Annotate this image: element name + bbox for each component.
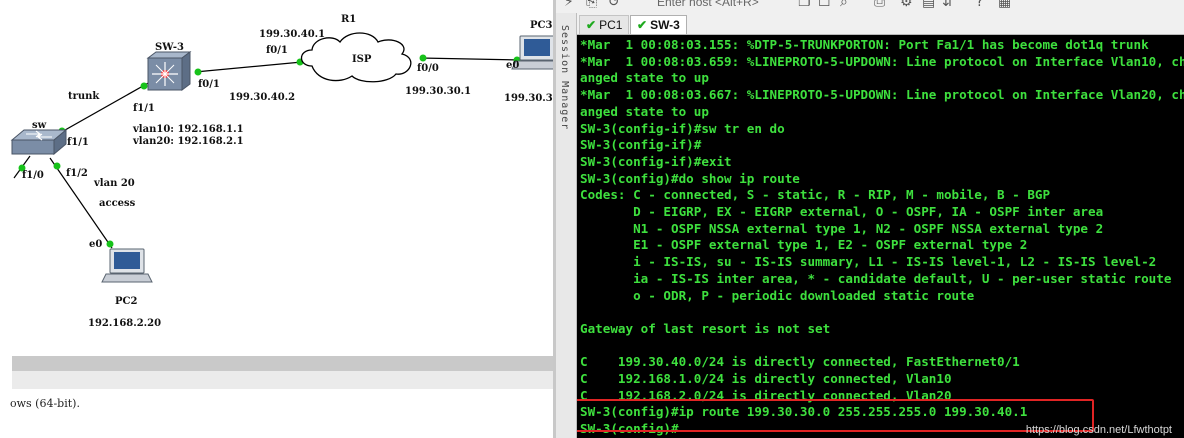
vlan10-label: vlan10: 192.168.1.1 bbox=[133, 124, 244, 135]
keymap-icon[interactable]: ▦ bbox=[998, 0, 1011, 10]
highlight-box bbox=[577, 399, 1094, 432]
sw-label: sw bbox=[32, 120, 47, 131]
pc2-port-label: e0 bbox=[89, 239, 103, 250]
sw-f10-port-label: f1/0 bbox=[22, 170, 44, 181]
r1-port-label: f0/1 bbox=[266, 45, 288, 56]
l2-switch-icon[interactable] bbox=[10, 128, 68, 156]
pc3-port-label: e0 bbox=[506, 60, 520, 71]
connected-check-icon: ✔ bbox=[586, 18, 597, 32]
connect-icon[interactable]: ⎘ bbox=[586, 0, 597, 10]
help-icon[interactable]: ? bbox=[976, 0, 983, 10]
trunk-label: trunk bbox=[68, 91, 100, 102]
quick-connect-icon[interactable]: ⚡ bbox=[564, 0, 574, 10]
sw-f12-port-label: f1/2 bbox=[66, 168, 88, 179]
r1-label: R1 bbox=[341, 14, 357, 25]
sw3-sw-port-label: f1/1 bbox=[133, 103, 155, 114]
session-manager-label: Session Manager bbox=[559, 25, 570, 131]
l3-switch-icon[interactable] bbox=[146, 51, 192, 91]
enter-host-input[interactable]: Enter host <Alt+R> bbox=[657, 0, 759, 9]
toolbar: ⚡ ⎘ ↺ Enter host <Alt+R> ❐ ☐ ⌕ ⎙ ⚙ ▤ ⇵ ?… bbox=[556, 0, 1184, 13]
tab-label: PC1 bbox=[599, 18, 623, 32]
pc2-computer-icon[interactable] bbox=[101, 248, 153, 283]
r1-isp-port-label: f0/0 bbox=[417, 63, 439, 74]
sw3-label: SW-3 bbox=[155, 42, 185, 53]
find-icon[interactable]: ⌕ bbox=[840, 0, 848, 10]
link-sw3-r1 bbox=[194, 61, 303, 73]
r1-ip-label: 199.30.40.1 bbox=[259, 29, 326, 40]
link-isp-pc3 bbox=[419, 57, 521, 61]
port-dot bbox=[53, 162, 61, 170]
copy-icon[interactable]: ❐ bbox=[798, 0, 811, 10]
terminal-output[interactable]: *Mar 1 00:08:03.155: %DTP-5-TRUNKPORTON:… bbox=[577, 35, 1184, 438]
sw3-ip-label: 199.30.40.2 bbox=[229, 92, 296, 103]
port-dot bbox=[106, 240, 114, 248]
pc3-label: PC3 bbox=[530, 20, 553, 31]
port-dot bbox=[194, 68, 202, 76]
terminal-line: Gateway of last resort is not set bbox=[580, 320, 831, 336]
terminal-line: *Mar 1 00:08:03.659: %LINEPROTO-5-UPDOWN… bbox=[580, 53, 1184, 69]
terminal-app: ⚡ ⎘ ↺ Enter host <Alt+R> ❐ ☐ ⌕ ⎙ ⚙ ▤ ⇵ ?… bbox=[556, 0, 1184, 438]
paste-icon[interactable]: ☐ bbox=[818, 0, 831, 10]
terminal-line: C 199.30.40.0/24 is directly connected, … bbox=[580, 354, 1020, 370]
terminal-line: Codes: C - connected, S - static, R - RI… bbox=[580, 187, 1051, 203]
sftp-icon[interactable]: ⇵ bbox=[942, 0, 954, 10]
terminal-line: SW-3(config)#do show ip route bbox=[580, 170, 800, 186]
terminal-line: N1 - OSPF NSSA external type 1, N2 - OSP… bbox=[580, 220, 1104, 236]
tab-label: SW-3 bbox=[650, 18, 680, 32]
print-icon[interactable]: ⎙ bbox=[874, 0, 885, 10]
isp-label: ISP bbox=[352, 54, 372, 65]
pc2-label: PC2 bbox=[115, 296, 138, 307]
tab-sw3[interactable]: ✔ SW-3 bbox=[630, 15, 687, 34]
session-options-icon[interactable]: ▤ bbox=[922, 0, 935, 10]
session-manager-sidebar[interactable]: Session Manager bbox=[556, 13, 577, 438]
terminal-line: o - ODR, P - periodic downloaded static … bbox=[580, 287, 975, 303]
scrollbar-track[interactable] bbox=[12, 371, 553, 390]
terminal-line: SW-3(config-if)# bbox=[580, 137, 702, 153]
reconnect-icon[interactable]: ↺ bbox=[608, 0, 620, 10]
tab-pc1[interactable]: ✔ PC1 bbox=[579, 15, 630, 34]
terminal-line: anged state to up bbox=[580, 70, 709, 86]
terminal-line: E1 - OSPF external type 1, E2 - OSPF ext… bbox=[580, 237, 1028, 253]
topology-canvas[interactable]: R1 199.30.40.1 f0/1 ISP f0/0 199.30.30.1… bbox=[0, 0, 553, 438]
session-tabs: ✔ PC1 ✔ SW-3 bbox=[577, 13, 1184, 35]
connected-check-icon: ✔ bbox=[637, 18, 648, 32]
vlan20-label: vlan20: 192.168.2.1 bbox=[133, 136, 244, 147]
sw3-r1-port-label: f0/1 bbox=[198, 79, 220, 90]
terminal-line: D - EIGRP, EX - EIGRP external, O - OSPF… bbox=[580, 204, 1104, 219]
pc3-ip-label: 199.30.30 bbox=[504, 93, 553, 104]
pc2-ip-label: 192.168.2.20 bbox=[88, 318, 162, 329]
port-dot bbox=[419, 54, 427, 62]
console-text: ows (64-bit). bbox=[10, 397, 80, 410]
vlan-20-label: vlan 20 bbox=[94, 178, 135, 189]
terminal-line: SW-3(config-if)#sw tr en do bbox=[580, 120, 785, 136]
terminal-line: C 192.168.1.0/24 is directly connected, … bbox=[580, 371, 952, 386]
isp-ip-label: 199.30.30.1 bbox=[405, 86, 472, 97]
port-dot bbox=[140, 82, 148, 90]
console-output: ows (64-bit). bbox=[0, 389, 553, 438]
sw-up-port-label: f1/1 bbox=[67, 137, 89, 148]
access-label: access bbox=[99, 198, 136, 209]
terminal-line: *Mar 1 00:08:03.667: %LINEPROTO-5-UPDOWN… bbox=[580, 87, 1184, 103]
settings-icon[interactable]: ⚙ bbox=[900, 0, 913, 10]
terminal-line: *Mar 1 00:08:03.155: %DTP-5-TRUNKPORTON:… bbox=[580, 37, 1149, 52]
terminal-line: SW-3(config-if)#exit bbox=[580, 153, 732, 169]
terminal-line: anged state to up bbox=[580, 103, 709, 119]
terminal-line: ia - IS-IS inter area, * - candidate def… bbox=[580, 270, 1172, 286]
watermark: https://blog.csdn.net/Lfwthotpt bbox=[1025, 424, 1172, 436]
horizontal-scrollbar[interactable] bbox=[12, 356, 553, 371]
terminal-line: i - IS-IS, su - IS-IS summary, L1 - IS-I… bbox=[580, 254, 1157, 270]
